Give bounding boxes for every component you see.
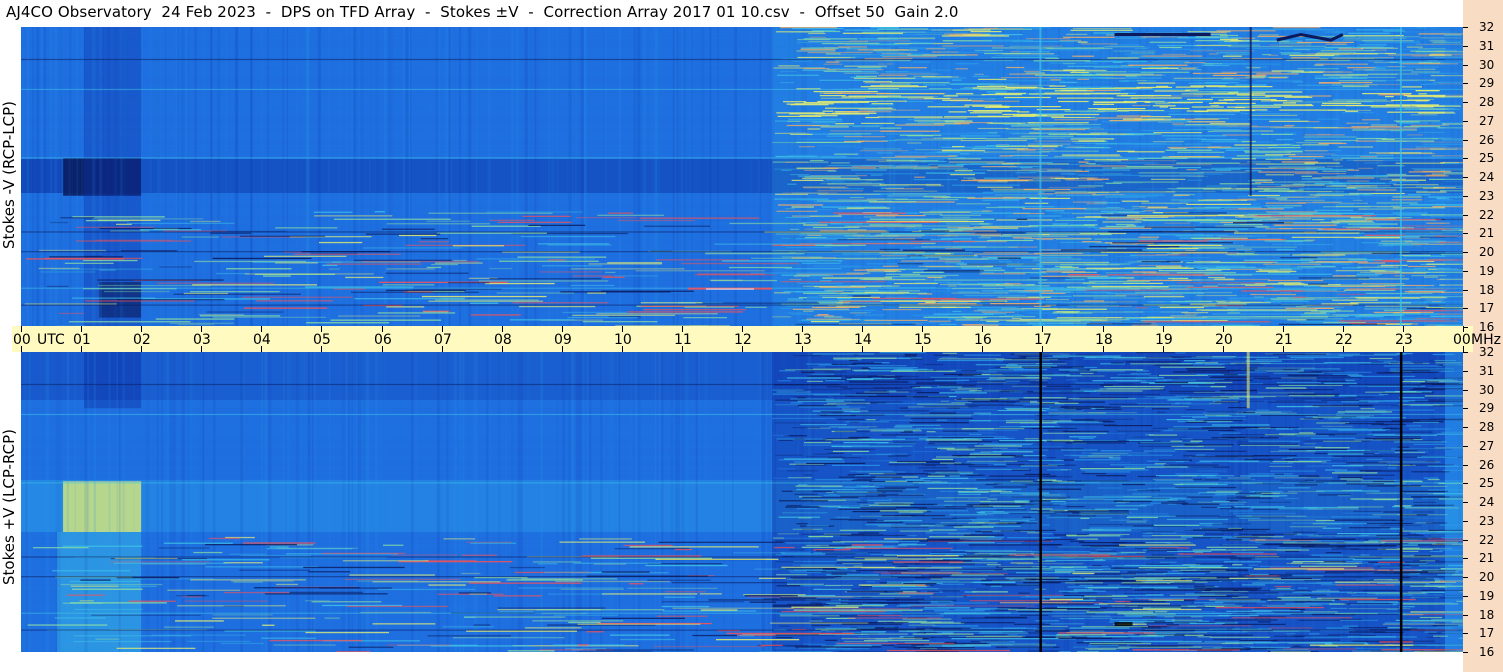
- bottom-panel-ylabel: Stokes +V (LCP-RCP): [0, 429, 18, 585]
- freq-tick-mark: [1463, 196, 1468, 197]
- time-tick-label: 11: [674, 332, 692, 348]
- freq-tick-label: 31: [1479, 364, 1495, 378]
- freq-tick-label: 26: [1479, 133, 1495, 147]
- freq-tick-label: 22: [1479, 208, 1495, 222]
- freq-tick-mark: [1463, 633, 1468, 634]
- freq-tick-label: 27: [1479, 114, 1495, 128]
- time-tick-label: 19: [1155, 332, 1173, 348]
- freq-tick-label: 30: [1479, 58, 1495, 72]
- time-tick-label: 08: [494, 332, 512, 348]
- time-tick-label: 18: [1095, 332, 1113, 348]
- freq-tick-mark: [1463, 371, 1468, 372]
- freq-tick-mark: [1463, 352, 1468, 353]
- freq-tick-mark: [1463, 558, 1468, 559]
- time-tick-label: 12: [734, 332, 752, 348]
- freq-tick-label: 25: [1479, 151, 1495, 165]
- freq-tick-mark: [1463, 390, 1468, 391]
- freq-tick-mark: [1463, 140, 1468, 141]
- freq-tick-mark: [1463, 540, 1468, 541]
- freq-tick-label: 22: [1479, 533, 1495, 547]
- top-panel-ylabel: Stokes -V (RCP-LCP): [0, 101, 18, 249]
- freq-tick-label: 32: [1479, 20, 1495, 34]
- freq-tick-mark: [1463, 427, 1468, 428]
- time-tick-label: 00: [13, 332, 31, 348]
- freq-tick-label: 24: [1479, 495, 1495, 509]
- freq-tick-label: 29: [1479, 76, 1495, 90]
- freq-tick-label: 20: [1479, 245, 1495, 259]
- stokes-minus-v-spectrogram: [21, 27, 1463, 327]
- stokes-plus-v-spectrogram: [21, 352, 1463, 652]
- freq-tick-mark: [1463, 271, 1468, 272]
- time-tick-label: 16: [974, 332, 992, 348]
- freq-tick-mark: [1463, 308, 1468, 309]
- freq-tick-mark: [1463, 46, 1468, 47]
- freq-tick-label: 18: [1479, 608, 1495, 622]
- freq-tick-label: 16: [1479, 645, 1495, 659]
- time-tick-label: 07: [434, 332, 452, 348]
- freq-tick-label: 21: [1479, 551, 1495, 565]
- spectrogram-svg: [21, 27, 1463, 327]
- freq-tick-mark: [1463, 615, 1468, 616]
- freq-tick-label: 19: [1479, 264, 1495, 278]
- time-tick-label: 14: [854, 332, 872, 348]
- freq-tick-label: 17: [1479, 301, 1495, 315]
- freq-tick-mark: [1463, 408, 1468, 409]
- time-tick-label: 01: [73, 332, 91, 348]
- freq-tick-label: 28: [1479, 95, 1495, 109]
- freq-tick-label: 26: [1479, 458, 1495, 472]
- freq-tick-mark: [1463, 102, 1468, 103]
- freq-tick-label: 23: [1479, 189, 1495, 203]
- freq-tick-mark: [1463, 502, 1468, 503]
- time-tick-label: 15: [914, 332, 932, 348]
- freq-tick-label: 24: [1479, 170, 1495, 184]
- freq-tick-label: 18: [1479, 283, 1495, 297]
- freq-tick-label: 17: [1479, 626, 1495, 640]
- time-tick-label: 10: [614, 332, 632, 348]
- freq-tick-label: 29: [1479, 401, 1495, 415]
- freq-tick-label: 21: [1479, 226, 1495, 240]
- time-tick-label: 22: [1335, 332, 1353, 348]
- freq-tick-label: 20: [1479, 570, 1495, 584]
- spectrogram-svg: [21, 352, 1463, 652]
- chart-title: AJ4CO Observatory 24 Feb 2023 - DPS on T…: [6, 3, 959, 21]
- freq-tick-label: 23: [1479, 514, 1495, 528]
- freq-tick-mark: [1463, 215, 1468, 216]
- time-tick-label: 05: [313, 332, 331, 348]
- freq-tick-label: 31: [1479, 39, 1495, 53]
- freq-tick-mark: [1463, 233, 1468, 234]
- freq-tick-mark: [1463, 177, 1468, 178]
- freq-tick-mark: [1463, 121, 1468, 122]
- time-unit-label: UTC: [37, 332, 65, 348]
- time-tick-label: 21: [1275, 332, 1293, 348]
- freq-tick-mark: [1463, 596, 1468, 597]
- freq-tick-mark: [1463, 158, 1468, 159]
- freq-tick-label: 25: [1479, 476, 1495, 490]
- freq-tick-mark: [1463, 252, 1468, 253]
- freq-tick-mark: [1463, 27, 1468, 28]
- time-tick-label: 04: [253, 332, 271, 348]
- freq-tick-label: 19: [1479, 589, 1495, 603]
- freq-tick-mark: [1463, 65, 1468, 66]
- freq-tick-mark: [1463, 290, 1468, 291]
- freq-tick-mark: [1463, 521, 1468, 522]
- time-tick-label: 17: [1034, 332, 1052, 348]
- freq-unit-label: MHz: [1471, 332, 1501, 348]
- freq-tick-mark: [1463, 577, 1468, 578]
- freq-tick-mark: [1463, 465, 1468, 466]
- time-tick-label: 02: [133, 332, 151, 348]
- freq-tick-label: 28: [1479, 420, 1495, 434]
- freq-tick-mark: [1463, 83, 1468, 84]
- time-tick-label: 20: [1215, 332, 1233, 348]
- time-tick-label: 03: [193, 332, 211, 348]
- time-tick-label: 06: [374, 332, 392, 348]
- time-tick-label: 00: [1453, 332, 1471, 348]
- freq-tick-label: 27: [1479, 439, 1495, 453]
- time-tick-label: 09: [554, 332, 572, 348]
- freq-tick-mark: [1463, 483, 1468, 484]
- freq-tick-mark: [1463, 652, 1468, 653]
- time-tick-label: 23: [1395, 332, 1413, 348]
- freq-tick-mark: [1463, 446, 1468, 447]
- time-tick-label: 13: [794, 332, 812, 348]
- freq-tick-label: 30: [1479, 383, 1495, 397]
